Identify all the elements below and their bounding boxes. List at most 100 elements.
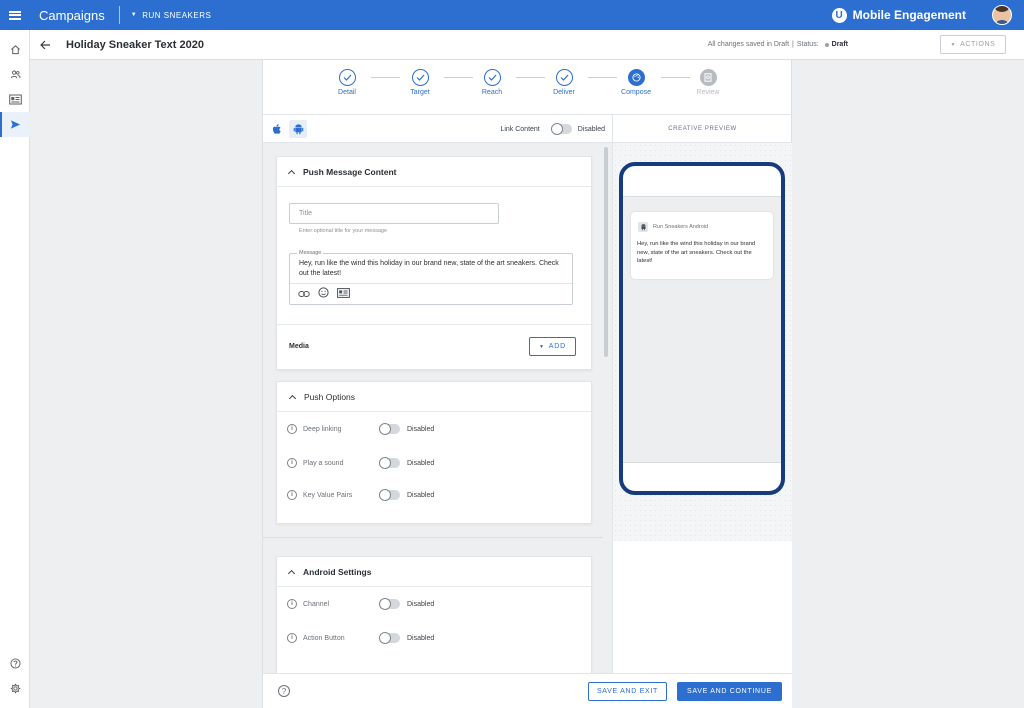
menu-button[interactable] bbox=[0, 0, 30, 30]
progress-stepper: Detail Target Reach Deliver Compose Revi… bbox=[263, 60, 792, 115]
link-content-label: Link Content bbox=[500, 125, 540, 133]
option-row-action-button: i Action Button Disabled bbox=[277, 628, 591, 648]
personalization-card-icon[interactable] bbox=[337, 285, 350, 303]
channel-toggle[interactable] bbox=[379, 598, 400, 610]
nav-campaigns[interactable] bbox=[0, 112, 30, 137]
help-icon[interactable]: ? bbox=[278, 685, 290, 697]
footer-bar: ? SAVE AND EXIT SAVE AND CONTINUE bbox=[263, 673, 792, 708]
save-and-continue-button[interactable]: SAVE AND CONTINUE bbox=[677, 682, 782, 701]
actions-label: ACTIONS bbox=[960, 41, 996, 48]
caret-down-icon: ▼ bbox=[539, 343, 545, 350]
step-detail[interactable]: Detail bbox=[317, 69, 377, 96]
divider bbox=[263, 537, 603, 538]
media-label: Media bbox=[289, 343, 309, 350]
actions-button[interactable]: ▼ ACTIONS bbox=[940, 35, 1006, 54]
apple-icon bbox=[272, 123, 281, 134]
chevron-up-icon bbox=[287, 569, 296, 577]
user-avatar[interactable] bbox=[992, 5, 1012, 25]
page-header: Holiday Sneaker Text 2020 All changes sa… bbox=[30, 30, 1024, 60]
action-button-toggle[interactable] bbox=[379, 632, 400, 644]
home-icon bbox=[10, 45, 20, 55]
left-navigation bbox=[0, 30, 30, 708]
brand-logo-icon: U bbox=[831, 7, 847, 23]
option-name: Key Value Pairs bbox=[303, 491, 353, 499]
scrollbar-thumb[interactable] bbox=[604, 147, 608, 357]
preview-app-name: Run Sneakers Android bbox=[653, 224, 709, 230]
option-state: Disabled bbox=[407, 459, 435, 467]
nav-contacts[interactable] bbox=[0, 87, 30, 112]
section-title: Push Message Content bbox=[303, 166, 397, 177]
info-icon[interactable]: i bbox=[287, 490, 297, 500]
info-icon[interactable]: i bbox=[287, 424, 297, 434]
saved-text: All changes saved in Draft bbox=[707, 41, 790, 48]
compose-form: Push Message Content Title Enter optiona… bbox=[263, 143, 612, 673]
chevron-up-icon bbox=[287, 169, 296, 177]
nav-help[interactable] bbox=[0, 651, 30, 676]
emoji-icon[interactable] bbox=[318, 285, 329, 303]
divider bbox=[118, 6, 120, 24]
info-icon[interactable]: i bbox=[287, 458, 297, 468]
link-content-toggle[interactable] bbox=[550, 123, 572, 135]
check-icon bbox=[483, 69, 501, 86]
platform-toolbar: Link Content Disabled bbox=[263, 115, 612, 143]
step-label: Reach bbox=[481, 89, 503, 96]
step-reach[interactable]: Reach bbox=[462, 69, 522, 96]
app-title[interactable]: Campaigns bbox=[39, 8, 105, 23]
media-row: Media ▼ ADD bbox=[277, 324, 591, 369]
nav-settings[interactable] bbox=[0, 676, 30, 701]
option-name: Action Button bbox=[303, 634, 345, 642]
step-target[interactable]: Target bbox=[390, 69, 450, 96]
contact-card-icon bbox=[8, 94, 22, 105]
campaign-dropdown-label: RUN SNEAKERS bbox=[142, 10, 212, 20]
status-label: Status: bbox=[796, 41, 819, 48]
deep-linking-toggle[interactable] bbox=[379, 423, 400, 435]
push-options-header[interactable]: Push Options bbox=[277, 382, 591, 412]
status-badge: Draft bbox=[831, 41, 848, 48]
message-value[interactable]: Hey, run like the wind this holiday in o… bbox=[299, 259, 559, 279]
phone-screen: Run Sneakers Android Hey, run like the w… bbox=[623, 196, 781, 463]
check-icon bbox=[338, 69, 356, 86]
play-sound-toggle[interactable] bbox=[379, 457, 400, 469]
review-doc-icon bbox=[699, 69, 717, 86]
campaign-dropdown[interactable]: ▼ RUN SNEAKERS bbox=[131, 11, 212, 20]
platform-android[interactable] bbox=[289, 120, 307, 138]
compose-panel: Detail Target Reach Deliver Compose Revi… bbox=[262, 60, 792, 708]
caret-down-icon: ▼ bbox=[950, 41, 957, 48]
link-content-control: Link Content Disabled bbox=[500, 115, 605, 143]
brand: U Mobile Engagement bbox=[831, 0, 966, 30]
step-compose[interactable]: Compose bbox=[606, 69, 666, 96]
check-icon bbox=[411, 69, 429, 86]
message-toolbar bbox=[290, 283, 572, 304]
option-state: Disabled bbox=[407, 634, 435, 642]
step-review: Review bbox=[678, 69, 738, 96]
preview-message: Hey, run like the wind this holiday in o… bbox=[637, 241, 756, 264]
option-row-channel: i Channel Disabled bbox=[277, 594, 591, 614]
option-name: Play a sound bbox=[303, 459, 344, 467]
add-media-button[interactable]: ▼ ADD bbox=[529, 337, 576, 356]
title-input[interactable]: Title bbox=[289, 203, 499, 224]
platform-ios[interactable] bbox=[268, 120, 286, 138]
option-state: Disabled bbox=[407, 600, 435, 608]
key-value-pairs-toggle[interactable] bbox=[379, 489, 400, 501]
push-message-header[interactable]: Push Message Content bbox=[277, 157, 591, 187]
step-label: Compose bbox=[621, 89, 651, 96]
android-settings-header[interactable]: Android Settings bbox=[277, 557, 591, 587]
message-textarea[interactable]: Message Hey, run like the wind this holi… bbox=[289, 250, 573, 305]
option-row-key-value-pairs: i Key Value Pairs Disabled bbox=[277, 485, 591, 505]
divider: | bbox=[792, 41, 794, 48]
back-button[interactable] bbox=[30, 30, 60, 60]
nav-home[interactable] bbox=[0, 37, 30, 62]
info-icon[interactable]: i bbox=[287, 633, 297, 643]
check-icon bbox=[555, 69, 573, 86]
info-icon[interactable]: i bbox=[287, 599, 297, 609]
arrow-left-icon bbox=[39, 40, 50, 49]
link-icon[interactable] bbox=[298, 285, 310, 303]
form-scrollbar[interactable] bbox=[603, 143, 609, 673]
save-and-exit-button[interactable]: SAVE AND EXIT bbox=[588, 682, 667, 701]
step-deliver[interactable]: Deliver bbox=[534, 69, 594, 96]
page-title: Holiday Sneaker Text 2020 bbox=[66, 38, 204, 51]
step-label: Deliver bbox=[553, 89, 575, 96]
option-name: Channel bbox=[303, 600, 330, 608]
creative-preview-header: CREATIVE PREVIEW bbox=[612, 115, 792, 143]
nav-users[interactable] bbox=[0, 62, 30, 87]
